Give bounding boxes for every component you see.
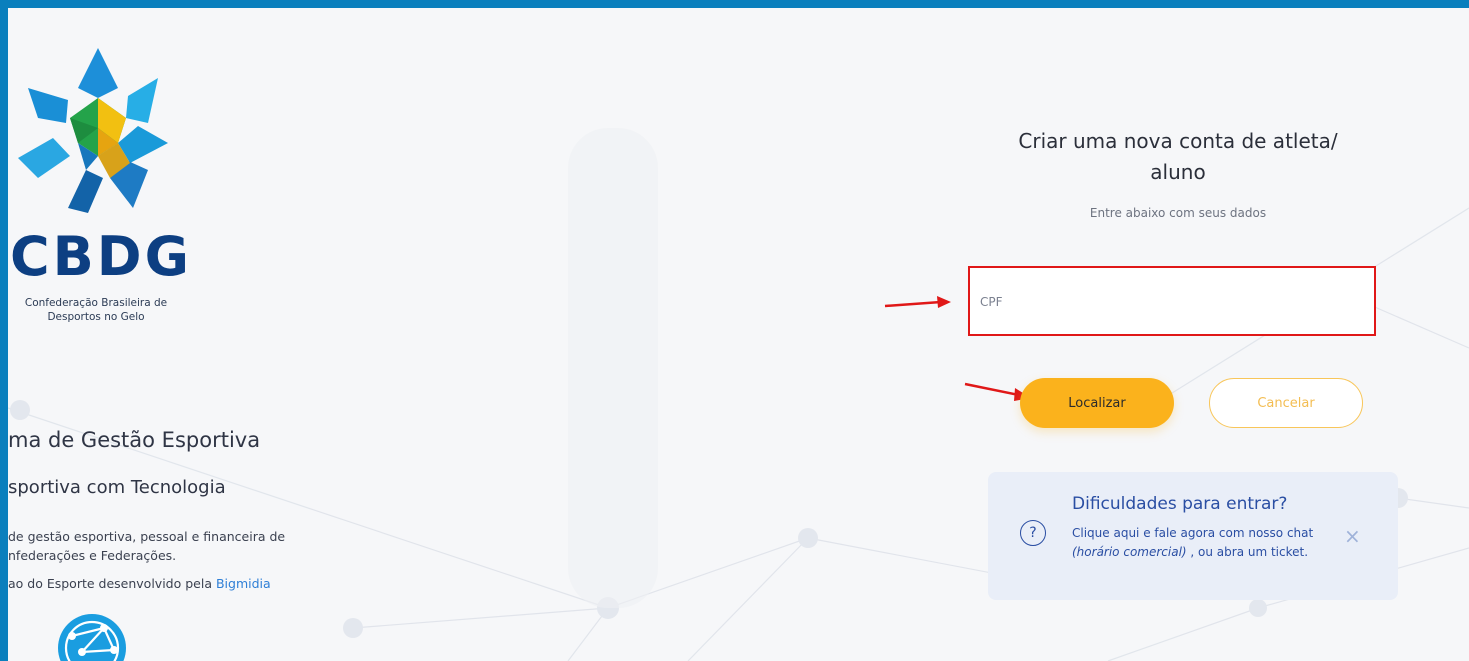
cbdg-star-logo-icon (18, 48, 168, 213)
brand-name: CBDG (10, 225, 192, 288)
form-subtitle: Entre abaixo com seus dados (1089, 206, 1267, 220)
cpf-field-highlight (968, 266, 1376, 336)
system-subtitle: sportiva com Tecnologia (8, 477, 226, 498)
system-title: ma de Gestão Esportiva (8, 428, 261, 452)
brand-subtitle-line1: Confederação Brasileira de (24, 297, 168, 309)
annotation-arrow-cpf (884, 296, 951, 308)
bigmidia-link[interactable]: Bigmidia (216, 576, 271, 591)
help-text-italic: (horário comercial) (1072, 545, 1187, 560)
cbdg-logo (8, 38, 208, 232)
question-circle-icon: ? (1020, 520, 1046, 546)
form-title: Criar uma nova conta de atleta/ aluno (968, 126, 1388, 188)
description-line1: de gestão esportiva, pessoal e financeir… (8, 529, 286, 544)
cancelar-button[interactable]: Cancelar (1209, 378, 1363, 428)
system-description: de gestão esportiva, pessoal e financeir… (8, 528, 285, 566)
description-line2: nfederações e Federações. (8, 547, 177, 563)
help-title: Dificuldades para entrar? (1072, 494, 1288, 514)
brand-subtitle: Confederação Brasileira de Desportos no … (8, 296, 184, 324)
help-text-start: Clique aqui e fale agora com nosso chat (1072, 526, 1314, 540)
help-text-end: , ou abra um ticket. (1186, 545, 1309, 560)
bigmidia-logo (52, 608, 132, 661)
close-icon[interactable]: × (1344, 526, 1361, 546)
credit-line: ao do Esporte desenvolvido pela Bigmidia (8, 576, 271, 591)
credit-text: ao do Esporte desenvolvido pela (8, 576, 216, 591)
form-title-line1: Criar uma nova conta de atleta/ (1018, 129, 1338, 153)
page-frame: CBDG Confederação Brasileira de Desporto… (8, 8, 1469, 661)
help-chat-box[interactable]: ? Dificuldades para entrar? Clique aqui … (988, 472, 1398, 600)
form-title-line2: aluno (1150, 160, 1206, 184)
help-text[interactable]: Clique aqui e fale agora com nosso chat … (1072, 524, 1334, 562)
brand-subtitle-line2: Desportos no Gelo (47, 311, 145, 324)
localizar-button[interactable]: Localizar (1020, 378, 1174, 428)
cpf-input[interactable] (978, 286, 1372, 318)
globe-network-icon (58, 614, 126, 661)
